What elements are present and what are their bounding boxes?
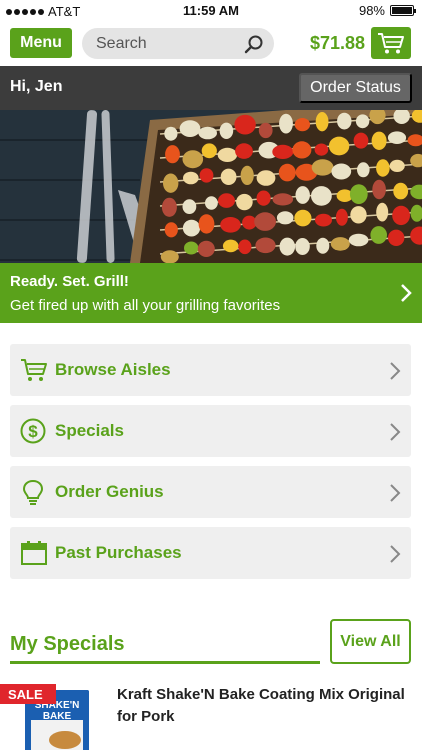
- search-icon[interactable]: [244, 34, 264, 54]
- chevron-right-icon: [390, 545, 401, 563]
- browse-aisles-label: Browse Aisles: [55, 360, 171, 379]
- view-all-button[interactable]: View All: [330, 619, 411, 664]
- chevron-right-icon: [390, 484, 401, 502]
- order-genius-label: Order Genius: [55, 482, 164, 501]
- browse-aisles-button[interactable]: Browse Aisles: [10, 344, 411, 396]
- promo-subtitle: Get fired up with all your grilling favo…: [10, 297, 281, 314]
- past-purchases-label: Past Purchases: [55, 543, 182, 562]
- dollar-circle-icon: $: [20, 418, 46, 444]
- order-genius-button[interactable]: Order Genius: [10, 466, 411, 518]
- special-product-item[interactable]: SHAKE'N BAKE SALE Kraft Shake'N Bake Coa…: [0, 682, 422, 750]
- calendar-icon: [21, 541, 47, 565]
- promo-title: Ready. Set. Grill!: [10, 273, 129, 290]
- chevron-right-icon: [390, 362, 401, 380]
- search-input[interactable]: [96, 34, 236, 53]
- greeting-text: Hi, Jen: [10, 78, 63, 95]
- chevron-right-icon: [390, 423, 401, 441]
- search-box[interactable]: [82, 28, 274, 59]
- product-name: Kraft Shake'N Bake Coating Mix Original …: [117, 686, 405, 725]
- top-bar: Menu $71.88: [0, 22, 422, 66]
- menu-button[interactable]: Menu: [10, 28, 72, 58]
- cart-icon: [21, 359, 47, 381]
- greeting-bar: Hi, Jen Order Status: [0, 66, 422, 110]
- promo-banner[interactable]: Ready. Set. Grill! Get fired up with all…: [0, 263, 422, 323]
- sale-badge: SALE: [0, 684, 56, 704]
- svg-text:$: $: [28, 422, 38, 441]
- specials-button[interactable]: $ Specials: [10, 405, 411, 457]
- my-specials-header: My Specials: [10, 620, 320, 664]
- hero-banner-image[interactable]: [0, 110, 422, 263]
- battery-percent: 98%: [358, 3, 385, 18]
- battery-icon: [390, 5, 416, 16]
- cart-button[interactable]: [371, 27, 411, 59]
- status-bar: AT&T 11:59 AM 98%: [0, 0, 422, 22]
- lightbulb-icon: [22, 479, 44, 505]
- specials-label: Specials: [55, 421, 124, 440]
- past-purchases-button[interactable]: Past Purchases: [10, 527, 411, 579]
- order-status-button[interactable]: Order Status: [299, 73, 412, 103]
- grill-skewers-image: [0, 110, 422, 263]
- cart-icon: [378, 33, 404, 54]
- chevron-right-icon: [401, 284, 412, 302]
- my-specials-title: My Specials: [10, 633, 125, 655]
- cart-total[interactable]: $71.88: [310, 33, 365, 54]
